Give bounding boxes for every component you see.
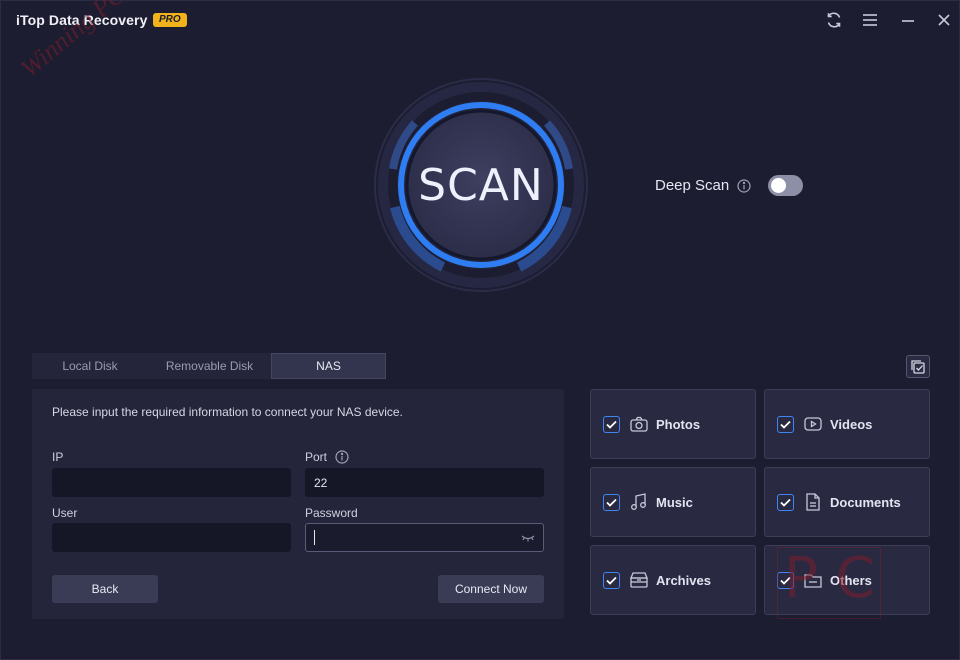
deep-scan-row: Deep Scan bbox=[655, 177, 751, 194]
tab-removable-disk[interactable]: Removable Disk bbox=[148, 353, 271, 379]
tab-local-disk[interactable]: Local Disk bbox=[32, 353, 148, 379]
title-bar: iTop Data Recovery PRO bbox=[1, 1, 959, 39]
app-title: iTop Data Recovery bbox=[16, 12, 148, 28]
category-others[interactable]: Others bbox=[764, 545, 930, 615]
checkbox-photos[interactable] bbox=[603, 415, 620, 433]
ip-label: IP bbox=[52, 450, 64, 464]
checkbox-videos[interactable] bbox=[777, 415, 794, 433]
category-photos[interactable]: Photos bbox=[590, 389, 756, 459]
tab-nas[interactable]: NAS bbox=[271, 353, 386, 379]
check-icon bbox=[780, 576, 791, 585]
category-label: Music bbox=[656, 494, 693, 510]
app-window: iTop Data Recovery PRO Winning PC SCAN D… bbox=[0, 0, 960, 660]
password-input[interactable] bbox=[305, 523, 544, 552]
deep-scan-toggle[interactable] bbox=[768, 175, 803, 196]
nas-intro-text: Please input the required information to… bbox=[52, 405, 403, 419]
checkbox-others[interactable] bbox=[777, 571, 794, 589]
category-archives[interactable]: Archives bbox=[590, 545, 756, 615]
deep-scan-label: Deep Scan bbox=[655, 177, 730, 194]
video-icon bbox=[804, 415, 822, 433]
check-icon bbox=[780, 498, 791, 507]
check-icon bbox=[606, 576, 617, 585]
close-button[interactable] bbox=[933, 10, 955, 30]
category-label: Archives bbox=[656, 572, 711, 588]
minimize-button[interactable] bbox=[897, 10, 919, 30]
user-label: User bbox=[52, 506, 78, 520]
check-icon bbox=[606, 420, 617, 429]
ip-input[interactable] bbox=[52, 468, 291, 497]
category-documents[interactable]: Documents bbox=[764, 467, 930, 537]
port-label-row: Port bbox=[305, 450, 349, 464]
checkbox-documents[interactable] bbox=[777, 493, 794, 511]
port-info-icon[interactable] bbox=[335, 450, 349, 464]
camera-icon bbox=[630, 415, 648, 433]
nas-panel: Please input the required information to… bbox=[32, 389, 564, 619]
source-tabs: Local Disk Removable Disk NAS bbox=[32, 353, 386, 379]
category-label: Photos bbox=[656, 416, 701, 432]
scan-button[interactable]: SCAN bbox=[409, 113, 553, 257]
hide-password-icon[interactable] bbox=[521, 533, 535, 543]
folder-icon bbox=[804, 571, 822, 589]
password-label: Password bbox=[305, 506, 358, 520]
category-label: Documents bbox=[830, 494, 901, 510]
info-icon[interactable] bbox=[737, 178, 751, 193]
toggle-knob bbox=[771, 178, 786, 193]
checkbox-archives[interactable] bbox=[603, 571, 620, 589]
select-all-icon bbox=[911, 359, 925, 374]
select-all-button[interactable] bbox=[906, 355, 930, 378]
port-input[interactable]: 22 bbox=[305, 468, 544, 497]
text-cursor bbox=[314, 530, 315, 545]
checkbox-music[interactable] bbox=[603, 493, 620, 511]
menu-icon bbox=[863, 14, 877, 26]
scan-area: SCAN bbox=[373, 77, 589, 293]
music-note-icon bbox=[630, 493, 648, 511]
close-icon bbox=[938, 14, 950, 26]
check-icon bbox=[780, 420, 791, 429]
refresh-icon bbox=[827, 12, 841, 28]
check-icon bbox=[606, 498, 617, 507]
pro-badge: PRO bbox=[153, 13, 187, 27]
document-icon bbox=[804, 493, 822, 511]
category-label: Others bbox=[830, 572, 872, 588]
archive-icon bbox=[630, 571, 648, 589]
category-label: Videos bbox=[830, 416, 873, 432]
minimize-icon bbox=[902, 20, 914, 22]
refresh-button[interactable] bbox=[823, 10, 845, 30]
back-button[interactable]: Back bbox=[52, 575, 158, 603]
user-input[interactable] bbox=[52, 523, 291, 552]
connect-now-button[interactable]: Connect Now bbox=[438, 575, 544, 603]
menu-button[interactable] bbox=[859, 10, 881, 30]
category-videos[interactable]: Videos bbox=[764, 389, 930, 459]
port-label: Port bbox=[305, 450, 328, 464]
category-music[interactable]: Music bbox=[590, 467, 756, 537]
